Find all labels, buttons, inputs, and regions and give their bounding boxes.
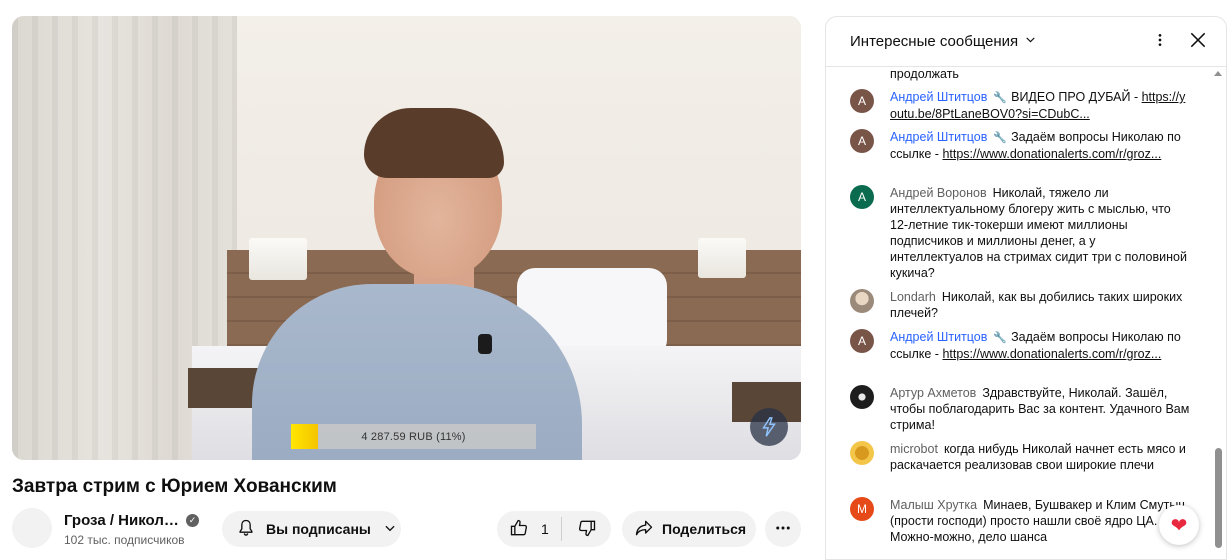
close-chat-button[interactable]	[1186, 30, 1210, 54]
chat-messages[interactable]: продолжать А Андрей Штитцов 🔧 ВИДЕО ПРО ДУ…	[826, 68, 1226, 559]
like-dislike-group: 1	[497, 511, 611, 547]
close-icon	[1188, 30, 1208, 55]
like-button[interactable]: 1	[497, 511, 561, 547]
wrench-icon: 🔧	[993, 132, 1008, 144]
chat-message: А Андрей Штитцов 🔧 Задаём вопросы Николаю …	[850, 329, 1190, 362]
author-avatar[interactable]: А	[850, 89, 874, 113]
channel-watermark-icon[interactable]	[750, 408, 788, 446]
subscribed-label: Вы подписаны	[266, 521, 371, 537]
thumbs-up-icon	[509, 518, 529, 541]
more-actions-button[interactable]	[765, 511, 801, 547]
author-name[interactable]: microbot	[890, 442, 938, 456]
wall-lamp	[698, 238, 746, 278]
more-horizontal-icon	[774, 519, 792, 540]
chat-message: А Андрей Штитцов 🔧 ВИДЕО ПРО ДУБАЙ - https…	[850, 89, 1190, 122]
author-avatar[interactable]: А	[850, 129, 874, 153]
author-avatar[interactable]: А	[850, 185, 874, 209]
chat-header: Интересные сообщения	[826, 17, 1226, 67]
scrollbar-thumb[interactable]	[1215, 448, 1222, 548]
author-name[interactable]: Андрей Воронов	[890, 186, 987, 200]
chat-mode-dropdown[interactable]: Интересные сообщения	[850, 33, 1037, 50]
donation-goal-bar: 4 287.59 RUB (11%)	[291, 424, 536, 449]
live-chat-panel: Интересные сообщения продолжать А Андрей…	[825, 16, 1227, 560]
reaction-heart-button[interactable]: ❤	[1159, 505, 1199, 545]
author-name[interactable]: Малыш Хрутка	[890, 498, 977, 512]
channel-avatar[interactable]	[12, 508, 52, 548]
author-name[interactable]: Артур Ахметов	[890, 386, 976, 400]
share-label: Поделиться	[662, 521, 747, 537]
wrench-icon: 🔧	[993, 92, 1008, 104]
like-count: 1	[541, 521, 549, 537]
share-icon	[634, 518, 654, 541]
author-name[interactable]: Андрей Штитцов	[890, 330, 987, 344]
chat-mode-label: Интересные сообщения	[850, 33, 1019, 50]
wrench-icon: 🔧	[993, 332, 1008, 344]
author-avatar[interactable]	[850, 441, 874, 465]
subscriber-count: 102 тыс. подписчиков	[64, 533, 185, 547]
message-link[interactable]: https://www.donationalerts.com/r/groz...	[942, 347, 1161, 361]
chat-message: Артур Ахметов Здравствуйте, Николай. Зашё…	[850, 385, 1190, 433]
thumbs-down-icon	[577, 518, 597, 541]
chat-scrollbar[interactable]	[1214, 71, 1222, 553]
chat-message: Londarh Николай, как вы добились таких ши…	[850, 289, 1190, 321]
chevron-down-icon	[383, 521, 397, 538]
chevron-down-icon	[1024, 33, 1037, 50]
donation-goal-text: 4 287.59 RUB (11%)	[361, 430, 466, 443]
author-avatar[interactable]	[850, 385, 874, 409]
share-button[interactable]: Поделиться	[622, 511, 756, 547]
subscribed-button[interactable]: Вы подписаны	[222, 511, 401, 547]
message-text: ВИДЕО ПРО ДУБАЙ -	[1011, 90, 1142, 104]
author-avatar[interactable]	[850, 289, 874, 313]
author-name[interactable]: Андрей Штитцов	[890, 90, 987, 104]
scroll-up-icon[interactable]	[1214, 71, 1222, 76]
message-text: Николай, тяжело ли интеллектуальному бло…	[890, 186, 1187, 280]
heart-icon: ❤	[1170, 514, 1188, 537]
message-link[interactable]: https://www.donationalerts.com/r/groz...	[942, 147, 1161, 161]
more-vertical-icon	[1152, 32, 1168, 53]
verified-icon: ✓	[186, 514, 199, 527]
chat-message: microbot когда нибудь Николай начнет есть…	[850, 441, 1190, 473]
video-frame	[12, 16, 801, 460]
video-player[interactable]: 4 287.59 RUB (11%)	[12, 16, 801, 460]
author-name[interactable]: Londarh	[890, 290, 936, 304]
video-title: Завтра стрим с Юрием Хованским	[12, 476, 337, 497]
lapel-mic	[478, 334, 492, 354]
dislike-button[interactable]	[562, 511, 611, 547]
chat-message: М Малыш Хрутка Минаев, Бушвакер и Клим См…	[850, 497, 1190, 545]
chat-message: А Андрей Штитцов 🔧 Задаём вопросы Николаю …	[850, 129, 1190, 162]
chat-message: А Андрей Воронов Николай, тяжело ли интел…	[850, 185, 1190, 281]
bell-icon	[236, 518, 256, 541]
chat-menu-button[interactable]	[1148, 30, 1172, 54]
author-name[interactable]: Андрей Штитцов	[890, 130, 987, 144]
wall-lamp	[249, 238, 307, 280]
channel-name[interactable]: Гроза / Никол…	[64, 512, 179, 529]
author-avatar[interactable]: М	[850, 497, 874, 521]
author-avatar[interactable]: А	[850, 329, 874, 353]
chat-message-partial: продолжать	[890, 68, 959, 81]
